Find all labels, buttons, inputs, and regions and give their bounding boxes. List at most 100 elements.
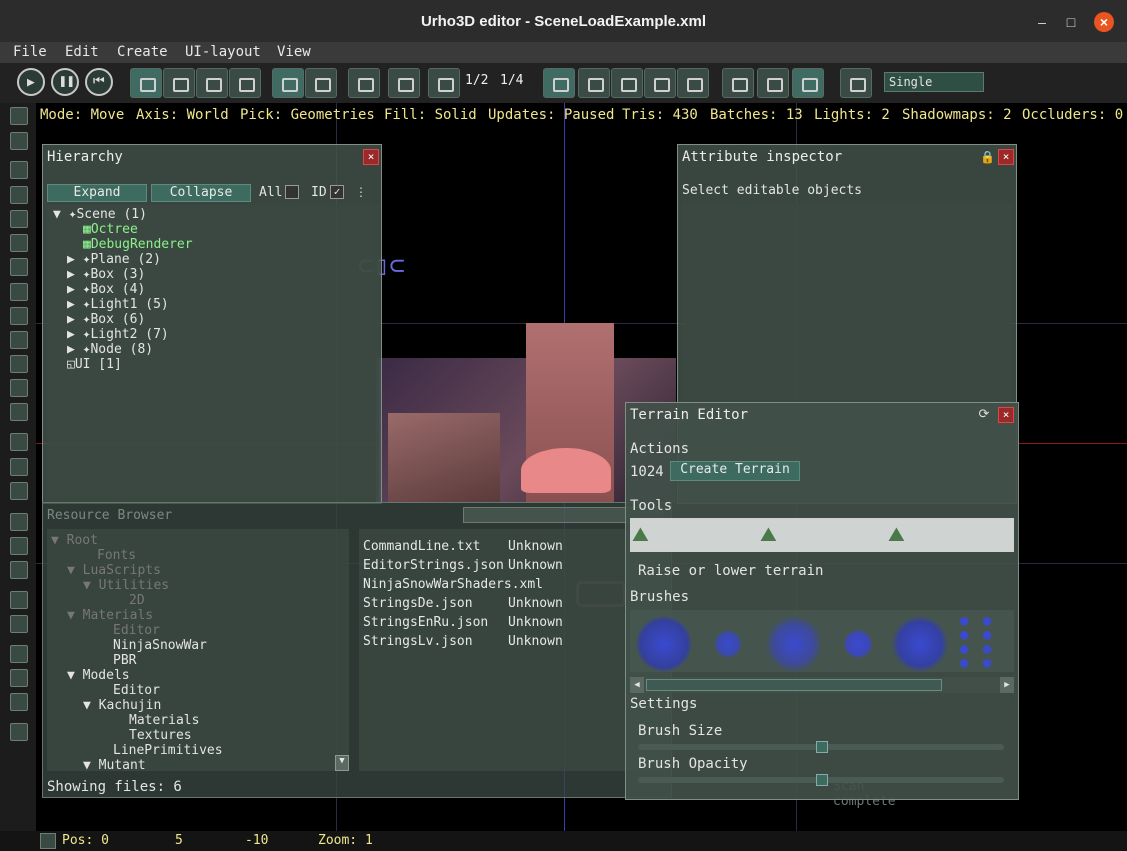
speaker3d-icon[interactable] [10,482,28,500]
particles-icon[interactable] [10,283,28,301]
network-icon[interactable] [10,561,28,579]
lock-icon[interactable]: 🔒 [980,150,995,164]
dir-luascripts[interactable]: ▼ LuaScripts [67,563,161,578]
dir-mutant[interactable]: ▼ Mutant [83,758,146,771]
line-icon[interactable] [10,331,28,349]
dir-ninjasnowwar[interactable]: NinjaSnowWar [113,638,207,653]
brush-4-icon[interactable] [844,630,872,658]
all-checkbox[interactable] [285,185,299,199]
file-row[interactable]: StringsEnRu.json Unknown [363,615,563,630]
dir-models-editor[interactable]: Editor [113,683,160,698]
maximize-button[interactable]: □ [1061,12,1081,32]
scroll-thumb[interactable] [646,679,942,691]
brush-6-icon[interactable]: ● ● ● ● ● ● ● ● ● ● ● ● [960,614,1014,670]
file-row[interactable]: EditorStrings.json Unknown [363,558,563,573]
brush-size-slider[interactable] [638,741,1004,753]
dir-fonts[interactable]: Fonts [97,548,136,563]
brush-3-icon[interactable] [766,616,822,672]
hierarchy-close-button[interactable]: × [363,149,379,165]
scale-tool-button[interactable] [196,68,228,98]
dir-utilities[interactable]: ▼ Utilities [83,578,169,593]
brush-size-slider-handle[interactable] [816,741,828,753]
nav-icon[interactable] [10,513,28,531]
quarter-scale-label[interactable]: 1/4 [500,73,523,88]
hierarchy-sort-icon[interactable]: ⋮ [355,185,369,199]
rewind-button[interactable]: ⏮ [85,68,113,96]
crowd-icon[interactable] [10,537,28,555]
dir-models[interactable]: ▼ Models [67,668,130,683]
pick-ui-button[interactable] [677,68,709,98]
dir-kachujin-materials[interactable]: Materials [129,713,199,728]
local-axis-button[interactable] [272,68,304,98]
dir-lineprimitives[interactable]: LinePrimitives [113,743,223,758]
constraint-icon[interactable] [10,693,28,711]
scriptfile-icon[interactable] [10,615,28,633]
half-scale-label[interactable]: 1/2 [465,73,488,88]
file-row[interactable]: CommandLine.txt Unknown [363,539,563,554]
collapse-button[interactable]: Collapse [151,184,251,202]
light-component-icon[interactable] [10,161,28,179]
brush-1-icon[interactable] [636,616,692,672]
dir-pbr[interactable]: PBR [113,653,136,668]
expand-arrow-icon[interactable]: ▶ [67,327,83,342]
dir-scroll-down-icon[interactable]: ▼ [335,755,349,771]
terrain-icon[interactable] [10,379,28,397]
dir-kachujin-textures[interactable]: Textures [129,728,192,743]
menu-edit[interactable]: Edit [65,44,99,60]
expand-button[interactable]: Expand [47,184,147,202]
emitter-icon[interactable] [10,307,28,325]
tree-item-octree[interactable]: ▦Octree [83,222,138,237]
menu-create[interactable]: Create [117,44,168,60]
terrain-close-button[interactable]: × [998,407,1014,423]
rigidbody-icon[interactable] [10,669,28,687]
smooth-tool-icon[interactable]: ⛰ [760,522,790,550]
dir-root[interactable]: ▼ Root [51,533,98,548]
tree-item-light1[interactable]: ▶ ✦Light1 (5) [67,297,169,312]
inspector-close-button[interactable]: × [998,149,1014,165]
model-icon[interactable] [10,186,28,204]
expand-arrow-icon[interactable]: ▶ [67,297,83,312]
menu-ui-layout[interactable]: UI-layout [185,44,261,60]
sound-icon[interactable] [10,433,28,451]
raise-lower-tool-icon[interactable]: ⛰ [632,522,662,550]
menu-view[interactable]: View [277,44,311,60]
dir-2d[interactable]: 2D [129,593,145,608]
id-checkbox[interactable]: ✓ [330,185,344,199]
dir-editor[interactable]: Editor [113,623,160,638]
fill-point-button[interactable] [722,68,754,98]
create-terrain-button[interactable]: Create Terrain [670,461,800,481]
script-icon[interactable] [10,591,28,609]
tree-item-ui[interactable]: ◱UI [1] [67,357,122,372]
expand-arrow-icon[interactable]: ▶ [67,312,83,327]
dir-kachujin[interactable]: ▼ Kachujin [83,698,161,713]
expand-arrow-icon[interactable]: ▶ [67,342,83,357]
text-icon[interactable] [10,403,28,421]
tree-item-box-3[interactable]: ▶ ✦Box (3) [67,267,145,282]
pause-button[interactable]: ❚❚ [51,68,79,96]
skeleton-icon[interactable] [10,258,28,276]
tree-item-box-6[interactable]: ▶ ✦Box (6) [67,312,145,327]
pick-lights-button[interactable] [578,68,610,98]
expand-arrow-icon[interactable]: ▶ [67,282,83,297]
brush-opacity-slider[interactable] [638,774,1004,786]
snap-scale-button[interactable] [428,68,460,98]
file-row[interactable]: StringsLv.json Unknown [363,634,563,649]
tree-item-box-4[interactable]: ▶ ✦Box (4) [67,282,145,297]
fill-wireframe-button[interactable] [757,68,789,98]
snap-rotate-button[interactable] [388,68,420,98]
camera-settings-icon[interactable] [40,833,56,849]
speaker-icon[interactable] [10,458,28,476]
brush-2-icon[interactable] [714,630,742,658]
create-node-icon[interactable] [10,107,28,125]
menu-file[interactable]: File [13,44,47,60]
navigable-icon[interactable] [10,723,28,741]
collapse-arrow-icon[interactable]: ▼ [53,207,69,222]
scroll-right-icon[interactable]: ▶ [1000,677,1014,693]
tree-item-light2[interactable]: ▶ ✦Light2 (7) [67,327,169,342]
file-row[interactable]: NinjaSnowWarShaders.xml [363,577,543,592]
file-row[interactable]: StringsDe.json Unknown [363,596,563,611]
tree-item-node[interactable]: ▶ ✦Node (8) [67,342,153,357]
physics-world-icon[interactable] [10,645,28,663]
minimize-button[interactable]: – [1032,12,1052,32]
pick-mode-select[interactable]: Single [884,72,984,92]
